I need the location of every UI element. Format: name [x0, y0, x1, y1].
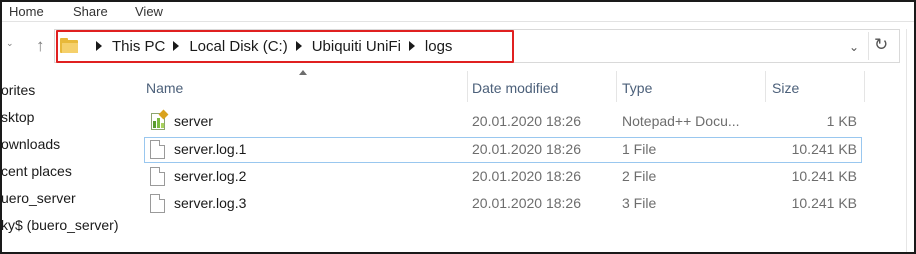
nav-item-desktop[interactable]: sktop — [2, 109, 34, 125]
ribbon-tabs: Home Share View — [2, 2, 914, 22]
file-size: 10.241 KB — [791, 168, 857, 184]
navigation-pane: orites sktop ownloads cent places uero_s… — [2, 68, 126, 252]
file-name: server.log.3 — [174, 195, 247, 211]
file-row-server[interactable]: server 20.01.2020 18:26 Notepad++ Docu..… — [144, 109, 862, 135]
column-header-date-modified[interactable]: Date modified — [472, 75, 558, 101]
file-date-modified: 20.01.2020 18:26 — [472, 168, 581, 184]
nav-item-favorites[interactable]: orites — [2, 82, 35, 98]
file-type: 1 File — [622, 141, 657, 157]
tab-home[interactable]: Home — [9, 4, 44, 19]
column-divider[interactable] — [765, 71, 766, 102]
file-name: server.log.2 — [174, 168, 247, 184]
nav-item-recent-places[interactable]: cent places — [2, 163, 72, 179]
file-date-modified: 20.01.2020 18:26 — [472, 195, 581, 211]
file-row-server-log-1[interactable]: server.log.1 20.01.2020 18:26 1 File 10.… — [144, 137, 862, 163]
notepadpp-document-icon — [150, 109, 169, 131]
recent-locations-dropdown-icon[interactable]: ⌄ — [6, 38, 14, 49]
column-divider[interactable] — [616, 71, 617, 102]
file-size: 10.241 KB — [791, 195, 857, 211]
file-date-modified: 20.01.2020 18:26 — [472, 141, 581, 157]
file-size: 10.241 KB — [791, 141, 857, 157]
file-date-modified: 20.01.2020 18:26 — [472, 113, 581, 129]
file-name: server.log.1 — [174, 141, 247, 157]
address-divider — [868, 32, 869, 60]
sort-ascending-icon — [299, 70, 307, 75]
explorer-window: Home Share View ⌄ ↑ This PC Local Disk (… — [0, 0, 916, 254]
tab-share[interactable]: Share — [73, 4, 108, 19]
refresh-icon[interactable]: ↻ — [874, 35, 888, 55]
file-icon — [150, 194, 165, 213]
tab-view[interactable]: View — [135, 4, 163, 19]
vertical-scrollbar[interactable] — [906, 29, 914, 252]
file-icon — [150, 167, 165, 186]
column-divider[interactable] — [467, 71, 468, 102]
nav-item-downloads[interactable]: ownloads — [2, 136, 60, 152]
path-highlight-annotation — [56, 30, 514, 63]
file-row-server-log-3[interactable]: server.log.3 20.01.2020 18:26 3 File 10.… — [144, 191, 862, 217]
column-header-name[interactable]: Name — [146, 75, 183, 101]
file-name: server — [174, 113, 213, 129]
nav-item-buero-server[interactable]: uero_server — [2, 190, 76, 206]
up-arrow-icon[interactable]: ↑ — [36, 36, 45, 56]
nav-item-share[interactable]: ky$ (buero_server) — [2, 217, 119, 233]
file-type: 2 File — [622, 168, 657, 184]
file-icon — [150, 140, 165, 159]
file-type: 3 File — [622, 195, 657, 211]
file-row-server-log-2[interactable]: server.log.2 20.01.2020 18:26 2 File 10.… — [144, 164, 862, 190]
column-header-type[interactable]: Type — [622, 75, 652, 101]
file-type: Notepad++ Docu... — [622, 113, 740, 129]
column-divider[interactable] — [864, 71, 865, 102]
file-size: 1 KB — [826, 113, 857, 129]
address-dropdown-icon[interactable]: ⌄ — [849, 40, 859, 54]
column-header-size[interactable]: Size — [772, 75, 799, 101]
